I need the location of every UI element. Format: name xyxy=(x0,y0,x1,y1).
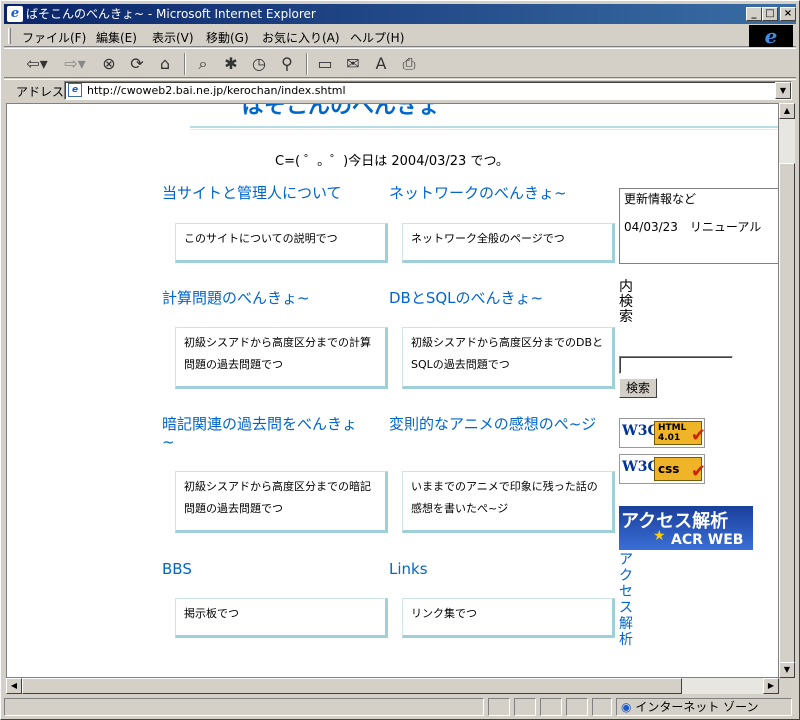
status-pane xyxy=(488,698,510,716)
address-label: アドレス xyxy=(16,85,65,99)
w3c-css-badge[interactable]: W3C css ✔ xyxy=(619,454,706,484)
status-pane xyxy=(514,698,536,716)
favorites-icon[interactable]: ✱ xyxy=(220,53,242,75)
status-pane xyxy=(540,698,562,716)
address-url[interactable]: http://cwoweb2.bai.ne.jp/kerochan/index.… xyxy=(87,84,346,97)
horizontal-scrollbar[interactable]: ◀ ▶ xyxy=(6,678,779,694)
print-icon[interactable]: ⎙ xyxy=(398,53,420,75)
toolbar-separator xyxy=(306,53,308,75)
greeting-text: C=( ゜。゜)今日は 2004/03/23 でつ。 xyxy=(275,154,509,169)
browser-window: e ばそこんのべんきょ~ - Microsoft Internet Explor… xyxy=(0,0,800,720)
menu-view[interactable]: 表示(V) xyxy=(152,29,194,46)
maximize-button[interactable]: □ xyxy=(762,7,778,21)
page-title: ばそこんのべんきょ xyxy=(242,103,441,119)
section-title-memorize[interactable]: 暗記関連の過去問をべんきょ~ xyxy=(162,415,362,451)
address-input[interactable]: e http://cwoweb2.bai.ne.jp/kerochan/inde… xyxy=(64,81,792,100)
news-item: 04/03/23 リニューアル xyxy=(624,220,762,234)
menu-help[interactable]: ヘルプ(H) xyxy=(350,29,404,46)
zone-indicator: ◉ インターネット ゾーン xyxy=(616,698,792,716)
scroll-right-icon[interactable]: ▶ xyxy=(763,678,779,694)
menu-bar: ファイル(F) 編集(E) 表示(V) 移動(G) お気に入り(A) ヘルプ(H… xyxy=(4,25,796,47)
section-desc-links: リンク集でつ xyxy=(402,598,615,638)
home-icon[interactable]: ⌂ xyxy=(154,53,176,75)
acr-subtitle: ACR WEB xyxy=(671,532,744,548)
section-desc-bbs: 掲示板でつ xyxy=(175,598,388,638)
zone-text: インターネット ゾーン xyxy=(635,700,759,714)
toolbar: ⇦▾ ⇨▾ ⊗ ⟳ ⌂ ⌕ ✱ ◷ ⚲ ▭ ✉ A ⎙ xyxy=(4,48,796,78)
ie-icon: e xyxy=(7,6,23,22)
section-title-network[interactable]: ネットワークのべんきょ~ xyxy=(389,184,615,202)
font-icon[interactable]: A xyxy=(370,53,392,75)
history-icon[interactable]: ◷ xyxy=(248,53,270,75)
scroll-up-icon[interactable]: ▲ xyxy=(779,103,795,119)
status-pane xyxy=(592,698,612,716)
forward-arrow-icon[interactable]: ⇨▾ xyxy=(60,53,90,75)
section-title-db-sql[interactable]: DBとSQLのべんきょ~ xyxy=(389,289,615,307)
status-bar: ◉ インターネット ゾーン xyxy=(4,697,796,717)
stop-icon[interactable]: ⊗ xyxy=(98,53,120,75)
section-desc-calc: 初級シスアドから高度区分までの計算問題の過去問題でつ xyxy=(175,327,388,389)
menu-grip xyxy=(8,28,11,44)
news-box: 更新情報など 04/03/23 リニューアル xyxy=(619,188,778,264)
title-divider xyxy=(190,126,778,130)
address-bar: アドレス e http://cwoweb2.bai.ne.jp/kerochan… xyxy=(4,79,796,101)
close-button[interactable]: × xyxy=(780,7,796,21)
vertical-scrollbar[interactable]: ▲ ▼ xyxy=(779,103,795,678)
menu-go[interactable]: 移動(G) xyxy=(206,29,249,46)
section-title-links[interactable]: Links xyxy=(389,560,589,578)
search-icon[interactable]: ⌕ xyxy=(192,53,214,75)
acr-title: アクセス解析 xyxy=(621,511,729,532)
vertical-scroll-thumb[interactable] xyxy=(779,163,795,663)
scroll-down-icon[interactable]: ▼ xyxy=(779,662,795,678)
site-search-label: 内検索 xyxy=(619,279,633,325)
access-analysis-link[interactable]: アクセス解析 xyxy=(619,552,635,648)
section-desc-network: ネットワーク全般のページでつ xyxy=(402,223,615,263)
checkmark-icon: ✔ xyxy=(690,461,706,482)
news-heading: 更新情報など xyxy=(624,192,697,206)
horizontal-scroll-thumb[interactable] xyxy=(22,678,682,694)
menu-edit[interactable]: 編集(E) xyxy=(96,29,137,46)
channels-icon[interactable]: ⚲ xyxy=(276,53,298,75)
search-input[interactable] xyxy=(619,356,733,374)
title-bar: e ばそこんのべんきょ~ - Microsoft Internet Explor… xyxy=(4,4,796,24)
star-icon: ★ xyxy=(653,528,666,544)
search-button[interactable]: 検索 xyxy=(619,378,657,398)
window-title: ばそこんのべんきょ~ - Microsoft Internet Explorer xyxy=(26,7,316,21)
section-title-about[interactable]: 当サイトと管理人について xyxy=(162,184,382,202)
section-title-bbs[interactable]: BBS xyxy=(162,560,362,578)
menu-file[interactable]: ファイル(F) xyxy=(22,29,86,46)
section-desc-db-sql: 初級シスアドから高度区分までのDBとSQLの過去問題でつ xyxy=(402,327,615,389)
section-desc-about: このサイトについての説明でつ xyxy=(175,223,388,263)
address-dropdown-icon[interactable]: ▼ xyxy=(775,82,791,99)
fullscreen-icon[interactable]: ▭ xyxy=(314,53,336,75)
status-pane xyxy=(566,698,588,716)
acr-web-banner[interactable]: アクセス解析 ★ ACR WEB xyxy=(619,506,753,550)
scroll-left-icon[interactable]: ◀ xyxy=(6,678,22,694)
section-title-anime[interactable]: 変則的なアニメの感想のぺ~ジ xyxy=(389,415,609,433)
ie-logo-icon: e xyxy=(749,25,793,47)
refresh-icon[interactable]: ⟳ xyxy=(126,53,148,75)
section-desc-anime: いままでのアニメで印象に残った話の感想を書いたぺ~ジ xyxy=(402,471,615,533)
back-arrow-icon[interactable]: ⇦▾ xyxy=(22,53,52,75)
menu-favorites[interactable]: お気に入り(A) xyxy=(262,29,340,46)
status-text xyxy=(4,698,484,716)
mail-icon[interactable]: ✉ xyxy=(342,53,364,75)
toolbar-separator xyxy=(184,53,186,75)
minimize-button[interactable]: _ xyxy=(746,7,762,21)
w3c-html-badge[interactable]: W3C HTML 4.01 ✔ xyxy=(619,418,706,448)
section-desc-memorize: 初級シスアドから高度区分までの暗記問題の過去問題でつ xyxy=(175,471,388,533)
checkmark-icon: ✔ xyxy=(690,425,706,446)
page-icon: e xyxy=(68,83,82,97)
globe-icon: ◉ xyxy=(621,700,632,714)
page-viewport: ばそこんのべんきょ C=( ゜。゜)今日は 2004/03/23 でつ。 当サイ… xyxy=(6,103,779,678)
section-title-calc[interactable]: 計算問題のべんきょ~ xyxy=(162,289,382,307)
